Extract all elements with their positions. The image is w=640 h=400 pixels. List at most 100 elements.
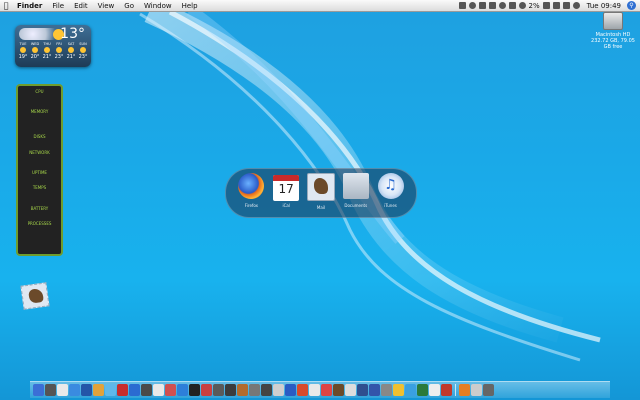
dock-app-icon[interactable]: [189, 384, 200, 396]
dock-app-icon[interactable]: [261, 384, 272, 396]
istat-row: [20, 240, 59, 244]
dock-app-icon[interactable]: [177, 384, 188, 396]
dock-app-icon[interactable]: [237, 384, 248, 396]
dock-app-icon[interactable]: [417, 384, 428, 396]
weather-widget[interactable]: 13° TUE 19° WED 20° THU 21° FRI 23° SAT 21° S…: [15, 25, 91, 67]
menubar-clock[interactable]: Tue 09:49: [587, 2, 621, 10]
front-row-label: iTunes: [384, 203, 397, 208]
forecast-day: SAT 21°: [66, 42, 76, 60]
mail-desktop-icon[interactable]: [20, 282, 50, 310]
dock-app-icon[interactable]: [369, 384, 380, 396]
front-row-item-ical[interactable]: 17 iCal: [269, 173, 303, 208]
dock-app-icon[interactable]: [483, 384, 494, 396]
dock-app-icon[interactable]: [285, 384, 296, 396]
day-name: SUN: [79, 42, 87, 46]
dock-app-icon[interactable]: [459, 384, 470, 396]
front-row-item-itunes[interactable]: ♫ iTunes: [374, 173, 408, 208]
istat-panel: CPU MEMORY DISKS NETWORK UPTIME TEMPS BA…: [18, 86, 61, 254]
istat-widget[interactable]: CPU MEMORY DISKS NETWORK UPTIME TEMPS BA…: [16, 84, 63, 256]
menu-edit[interactable]: Edit: [69, 2, 93, 10]
dock-app-icon[interactable]: [393, 384, 404, 396]
istat-row: [20, 127, 59, 131]
sun-icon: [20, 47, 26, 53]
istat-row: [20, 163, 59, 167]
hard-drive-icon: [603, 12, 623, 30]
menu-finder[interactable]: Finder: [12, 2, 47, 10]
day-name: THU: [43, 42, 51, 46]
apple-menu-icon[interactable]: : [0, 1, 12, 10]
dock-app-icon[interactable]: [357, 384, 368, 396]
flag-icon[interactable]: [552, 2, 560, 9]
menu-help[interactable]: Help: [177, 2, 203, 10]
dock-app-icon[interactable]: [81, 384, 92, 396]
sun-icon: [44, 47, 50, 53]
bluetooth-icon[interactable]: [508, 2, 516, 9]
dock-app-icon[interactable]: [429, 384, 440, 396]
dock-app-icon[interactable]: [441, 384, 452, 396]
battery-percent: 2%: [528, 1, 540, 10]
dock-app-icon[interactable]: [153, 384, 164, 396]
status-icon[interactable]: [458, 2, 466, 9]
istat-row: [20, 215, 59, 219]
front-row-item-mail[interactable]: Mail: [304, 173, 338, 210]
battery-icon[interactable]: [542, 2, 550, 9]
dock-app-icon[interactable]: [273, 384, 284, 396]
status-icon[interactable]: [478, 2, 486, 9]
front-row-label: iCal: [282, 203, 290, 208]
status-icon[interactable]: [498, 2, 506, 9]
menu-view[interactable]: View: [93, 2, 120, 10]
dock-app-icon[interactable]: [141, 384, 152, 396]
dock-app-icon[interactable]: [117, 384, 128, 396]
forecast-day: SUN 23°: [78, 42, 88, 60]
dock-app-icon[interactable]: [405, 384, 416, 396]
dock-app-icon[interactable]: [201, 384, 212, 396]
dock-app-icon[interactable]: [249, 384, 260, 396]
time-machine-icon[interactable]: [572, 2, 580, 9]
mail-stamp-icon: [20, 282, 50, 310]
current-temperature: 13°: [60, 26, 85, 42]
dock-app-icon[interactable]: [471, 384, 482, 396]
wifi-icon[interactable]: [562, 2, 570, 9]
status-icon[interactable]: [488, 2, 496, 9]
dock-app-icon[interactable]: [33, 384, 44, 396]
day-name: FRI: [56, 42, 62, 46]
day-temp: 21°: [42, 54, 52, 60]
hard-drive-desktop-icon[interactable]: Macintosh HD 232.72 GB, 79.05 GB free: [590, 12, 636, 50]
dock-app-icon[interactable]: [225, 384, 236, 396]
istat-row: [20, 179, 59, 183]
dock-separator: [455, 384, 456, 396]
status-icon[interactable]: [468, 2, 476, 9]
dock-app-icon[interactable]: [45, 384, 56, 396]
dock-app-icon[interactable]: [57, 384, 68, 396]
front-row-label: Mail: [316, 205, 326, 210]
ical-date: 17: [278, 182, 294, 196]
dock-app-icon[interactable]: [105, 384, 116, 396]
front-row-label: Documents: [344, 203, 368, 208]
spotlight-icon[interactable]: ⚲: [627, 1, 636, 10]
menu-file[interactable]: File: [47, 2, 69, 10]
dock-app-icon[interactable]: [333, 384, 344, 396]
front-row-item-firefox[interactable]: Firefox: [234, 173, 268, 208]
folder-icon: [342, 173, 369, 199]
dock-app-icon[interactable]: [345, 384, 356, 396]
mail-icon: [306, 173, 335, 201]
dock-app-icon[interactable]: [165, 384, 176, 396]
day-temp: 19°: [18, 54, 28, 60]
volume-icon[interactable]: [518, 2, 526, 9]
dock-app-icon[interactable]: [297, 384, 308, 396]
menu-extras: 2% Tue 09:49 ⚲: [458, 1, 640, 10]
istat-row: [20, 143, 59, 147]
dock-app-icon[interactable]: [93, 384, 104, 396]
dock-app-icon[interactable]: [309, 384, 320, 396]
day-temp: 21°: [66, 54, 76, 60]
menu-window[interactable]: Window: [139, 2, 177, 10]
menu-go[interactable]: Go: [119, 2, 139, 10]
front-row-item-documents[interactable]: Documents: [339, 173, 373, 208]
eagle-icon: [28, 287, 44, 304]
dock-app-icon[interactable]: [381, 384, 392, 396]
dock-app-icon[interactable]: [129, 384, 140, 396]
day-temp: 23°: [54, 54, 64, 60]
dock-app-icon[interactable]: [321, 384, 332, 396]
dock-app-icon[interactable]: [213, 384, 224, 396]
dock-app-icon[interactable]: [69, 384, 80, 396]
